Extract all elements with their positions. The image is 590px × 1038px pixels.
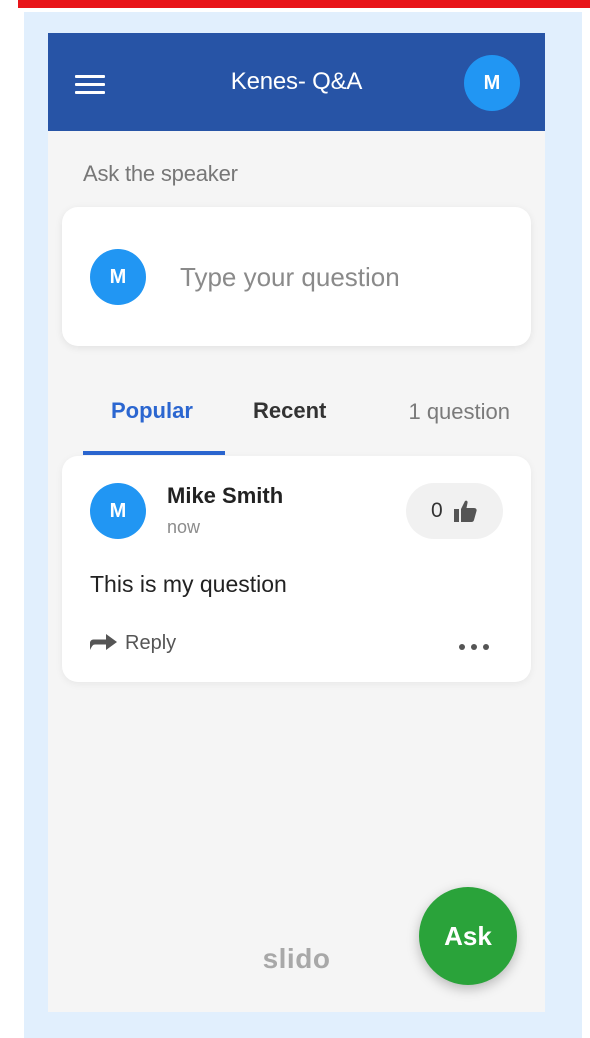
question-text: This is my question xyxy=(90,571,287,597)
question-card: M Mike Smith now 0 This is my question R… xyxy=(62,456,531,682)
question-input[interactable] xyxy=(180,257,500,297)
more-icon[interactable] xyxy=(454,632,494,662)
like-button[interactable]: 0 xyxy=(406,483,503,539)
qa-app: Kenes- Q&A M Ask the speaker M Popular R… xyxy=(48,33,545,1012)
ask-avatar: M xyxy=(90,249,146,305)
user-avatar[interactable]: M xyxy=(464,55,520,111)
top-red-bar xyxy=(18,0,590,8)
menu-icon[interactable] xyxy=(75,75,105,95)
ask-button[interactable]: Ask xyxy=(419,887,517,985)
tab-recent[interactable]: Recent xyxy=(253,398,326,424)
thumbs-up-icon xyxy=(454,500,477,522)
question-author: Mike Smith xyxy=(167,483,284,508)
reply-label: Reply xyxy=(125,632,177,654)
question-time: now xyxy=(167,517,201,537)
question-count: 1 question xyxy=(408,399,510,424)
ask-question-card[interactable]: M xyxy=(62,207,531,346)
active-tab-indicator xyxy=(83,451,225,455)
ask-section-label: Ask the speaker xyxy=(83,161,238,186)
tab-popular[interactable]: Popular xyxy=(111,398,193,424)
like-count: 0 xyxy=(431,499,443,522)
author-avatar: M xyxy=(90,483,146,539)
reply-arrow-icon xyxy=(90,634,117,650)
app-header: Kenes- Q&A M xyxy=(48,33,545,131)
